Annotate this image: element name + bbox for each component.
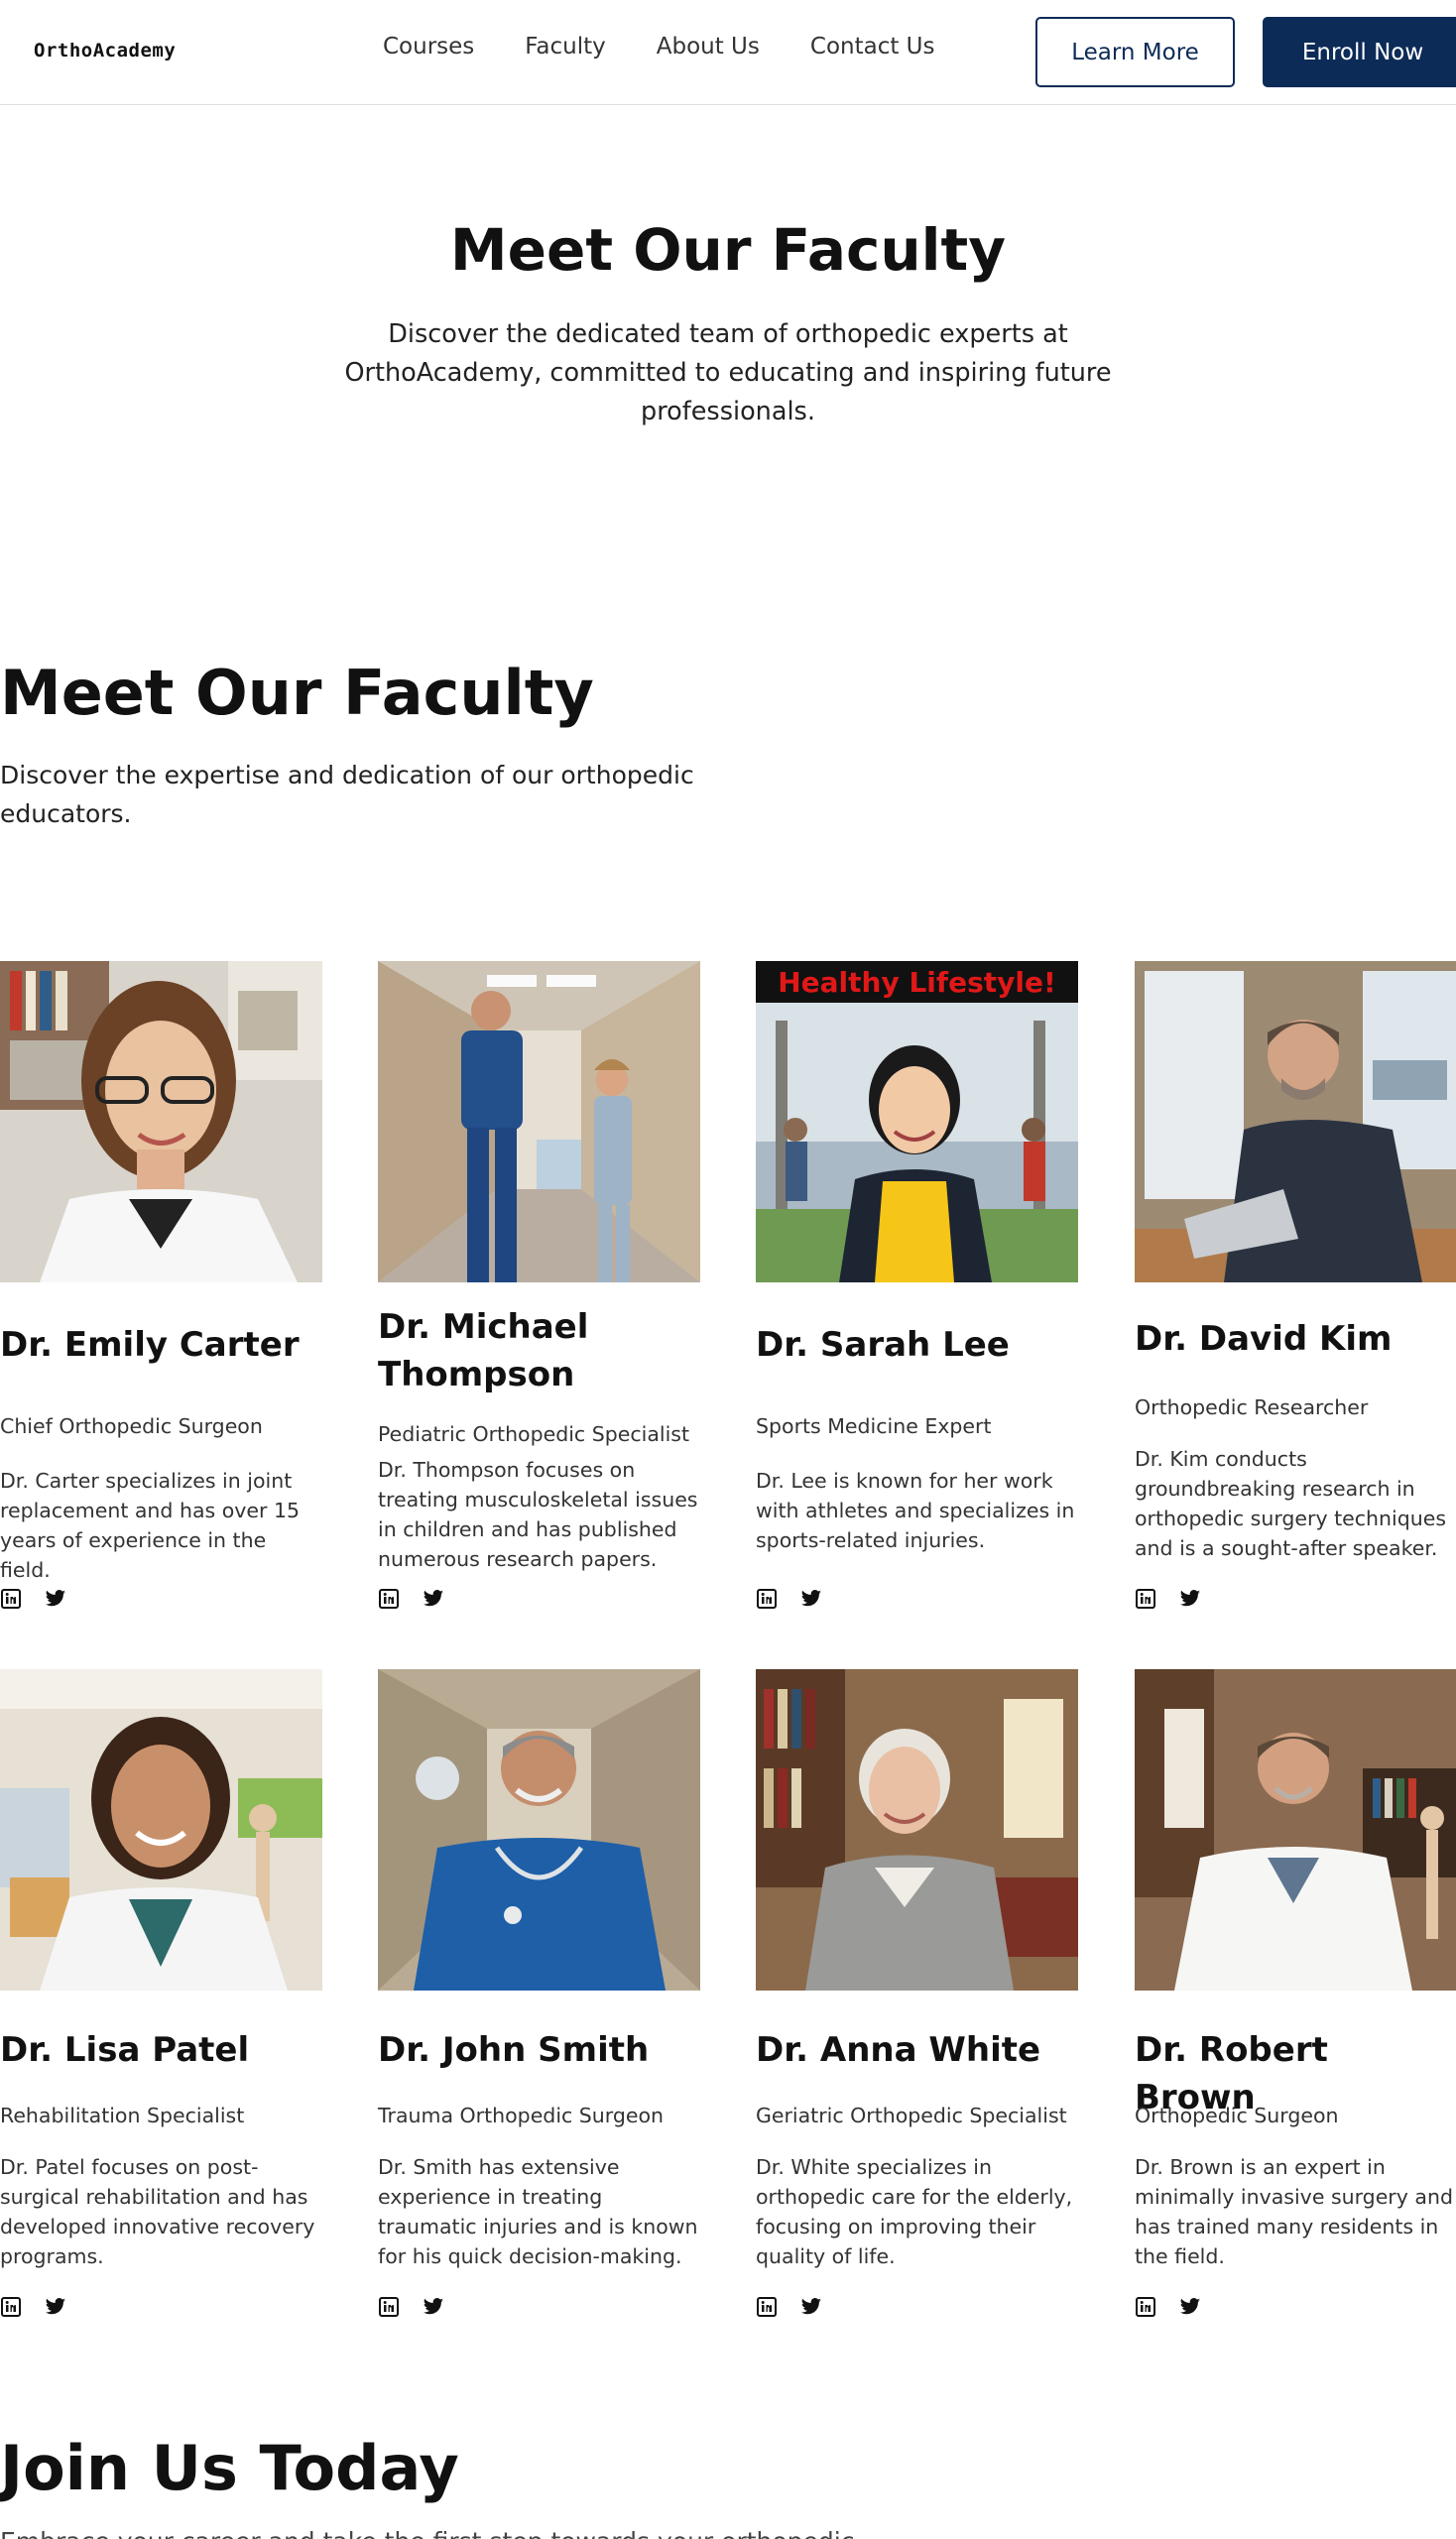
social-links — [1135, 2296, 1224, 2318]
faculty-role: Trauma Orthopedic Surgeon — [378, 2104, 665, 2127]
linkedin-icon[interactable] — [0, 2296, 22, 2318]
faculty-role: Sports Medicine Expert — [756, 1414, 992, 1438]
faculty-photo: Healthy Lifestyle! — [756, 961, 1078, 1282]
hero-title: Meet Our Faculty — [449, 216, 1007, 284]
twitter-icon[interactable] — [800, 2296, 822, 2318]
join-title: Join Us Today — [0, 2432, 459, 2504]
faculty-photo — [378, 1669, 700, 1991]
faculty-bio: Dr. Brown is an expert in minimally inva… — [1135, 2155, 1453, 2268]
faculty-bio: Dr. Thompson focuses on treating musculo… — [378, 1458, 698, 1571]
faculty-card-michael-thompson: Dr. Michael Thompson Pediatric Orthopedi… — [378, 961, 700, 1609]
learn-more-button[interactable]: Learn More — [1035, 17, 1235, 87]
faculty-bio: Dr. White specializes in orthopedic care… — [756, 2155, 1073, 2268]
social-links — [1135, 1588, 1224, 1610]
faculty-name: Dr. Michael Thompson — [378, 1307, 589, 1394]
join-subtitle: Embrace your career and take the first s… — [0, 2527, 854, 2539]
faculty-photo — [0, 961, 322, 1282]
faculty-photo — [1135, 1669, 1456, 1991]
faculty-name: Dr. Lisa Patel — [0, 2030, 250, 2070]
twitter-icon[interactable] — [45, 2296, 66, 2318]
faculty-bio: Dr. Smith has extensive experience in tr… — [378, 2155, 698, 2268]
linkedin-icon[interactable] — [0, 1588, 22, 1610]
faculty-photo-illustration — [1135, 1669, 1456, 1991]
faculty-card-anna-white: Dr. Anna White Geriatric Orthopedic Spec… — [756, 1669, 1078, 2317]
twitter-icon[interactable] — [423, 1588, 444, 1610]
faculty-photo-illustration — [756, 1669, 1078, 1991]
faculty-photo-illustration — [378, 961, 700, 1282]
nav-link-faculty[interactable]: Faculty — [525, 34, 605, 60]
faculty-role: Pediatric Orthopedic Specialist — [378, 1422, 689, 1446]
faculty-bio: Dr. Kim conducts groundbreaking research… — [1135, 1447, 1447, 1560]
social-links — [0, 1588, 89, 1610]
linkedin-icon[interactable] — [1135, 1588, 1156, 1610]
faculty-photo-illustration — [378, 1669, 700, 1991]
faculty-photo — [756, 1669, 1078, 1991]
twitter-icon[interactable] — [1179, 1588, 1201, 1610]
faculty-role: Orthopedic Surgeon — [1135, 2104, 1339, 2127]
linkedin-icon[interactable] — [1135, 2296, 1156, 2318]
faculty-role: Rehabilitation Specialist — [0, 2104, 245, 2127]
faculty-name: Dr. Sarah Lee — [756, 1325, 1010, 1365]
nav-link-courses[interactable]: Courses — [383, 34, 474, 60]
faculty-name: Dr. John Smith — [378, 2030, 650, 2070]
faculty-section-subtitle: Discover the expertise and dedication of… — [0, 761, 694, 828]
faculty-role: Geriatric Orthopedic Specialist — [756, 2104, 1067, 2127]
enroll-now-button[interactable]: Enroll Now — [1263, 17, 1456, 87]
linkedin-icon[interactable] — [756, 1588, 778, 1610]
faculty-photo-illustration — [1135, 961, 1456, 1282]
faculty-card-david-kim: Dr. David Kim Orthopedic Researcher Dr. … — [1135, 961, 1456, 1609]
faculty-photo — [378, 961, 700, 1282]
hero-subtitle: Discover the dedicated team of orthopedi… — [344, 319, 1112, 426]
social-links — [756, 2296, 845, 2318]
twitter-icon[interactable] — [45, 1588, 66, 1610]
linkedin-icon[interactable] — [378, 1588, 400, 1610]
faculty-role: Orthopedic Researcher — [1135, 1395, 1369, 1419]
faculty-name: Dr. Anna White — [756, 2030, 1041, 2070]
faculty-section-title: Meet Our Faculty — [0, 657, 594, 729]
nav-link-contact-us[interactable]: Contact Us — [810, 34, 935, 60]
twitter-icon[interactable] — [1179, 2296, 1201, 2318]
faculty-card-emily-carter: Dr. Emily Carter Chief Orthopedic Surgeo… — [0, 961, 322, 1609]
faculty-bio: Dr. Lee is known for her work with athle… — [756, 1469, 1075, 1552]
faculty-photo-illustration — [0, 961, 322, 1282]
faculty-photo-illustration — [0, 1669, 322, 1991]
faculty-photo — [1135, 961, 1456, 1282]
faculty-bio: Dr. Patel focuses on post-surgical rehab… — [0, 2155, 315, 2268]
top-navigation: OrthoAcademy Courses Faculty About Us Co… — [0, 0, 1456, 105]
faculty-card-sarah-lee: Healthy Lifestyle! Dr. Sarah Lee Sports … — [756, 961, 1078, 1609]
faculty-role: Chief Orthopedic Surgeon — [0, 1414, 263, 1438]
faculty-name: Dr. David Kim — [1135, 1319, 1393, 1359]
social-links — [378, 2296, 467, 2318]
faculty-card-john-smith: Dr. John Smith Trauma Orthopedic Surgeon… — [378, 1669, 700, 2317]
social-links — [0, 2296, 89, 2318]
faculty-card-robert-brown: Dr. Robert Brown Orthopedic Surgeon Dr. … — [1135, 1669, 1456, 2317]
faculty-bio: Dr. Carter specializes in joint replacem… — [0, 1469, 301, 1582]
faculty-photo-illustration — [756, 961, 1078, 1282]
faculty-card-lisa-patel: Dr. Lisa Patel Rehabilitation Specialist… — [0, 1669, 322, 2317]
photo-banner: Healthy Lifestyle! — [756, 961, 1078, 1003]
nav-links: Courses Faculty About Us Contact Us — [383, 34, 986, 60]
twitter-icon[interactable] — [423, 2296, 444, 2318]
social-links — [378, 1588, 467, 1610]
linkedin-icon[interactable] — [756, 2296, 778, 2318]
twitter-icon[interactable] — [800, 1588, 822, 1610]
faculty-photo — [0, 1669, 322, 1991]
linkedin-icon[interactable] — [378, 2296, 400, 2318]
nav-link-about-us[interactable]: About Us — [657, 34, 760, 60]
logo[interactable]: OrthoAcademy — [34, 40, 176, 61]
social-links — [756, 1588, 845, 1610]
faculty-name: Dr. Emily Carter — [0, 1325, 300, 1365]
